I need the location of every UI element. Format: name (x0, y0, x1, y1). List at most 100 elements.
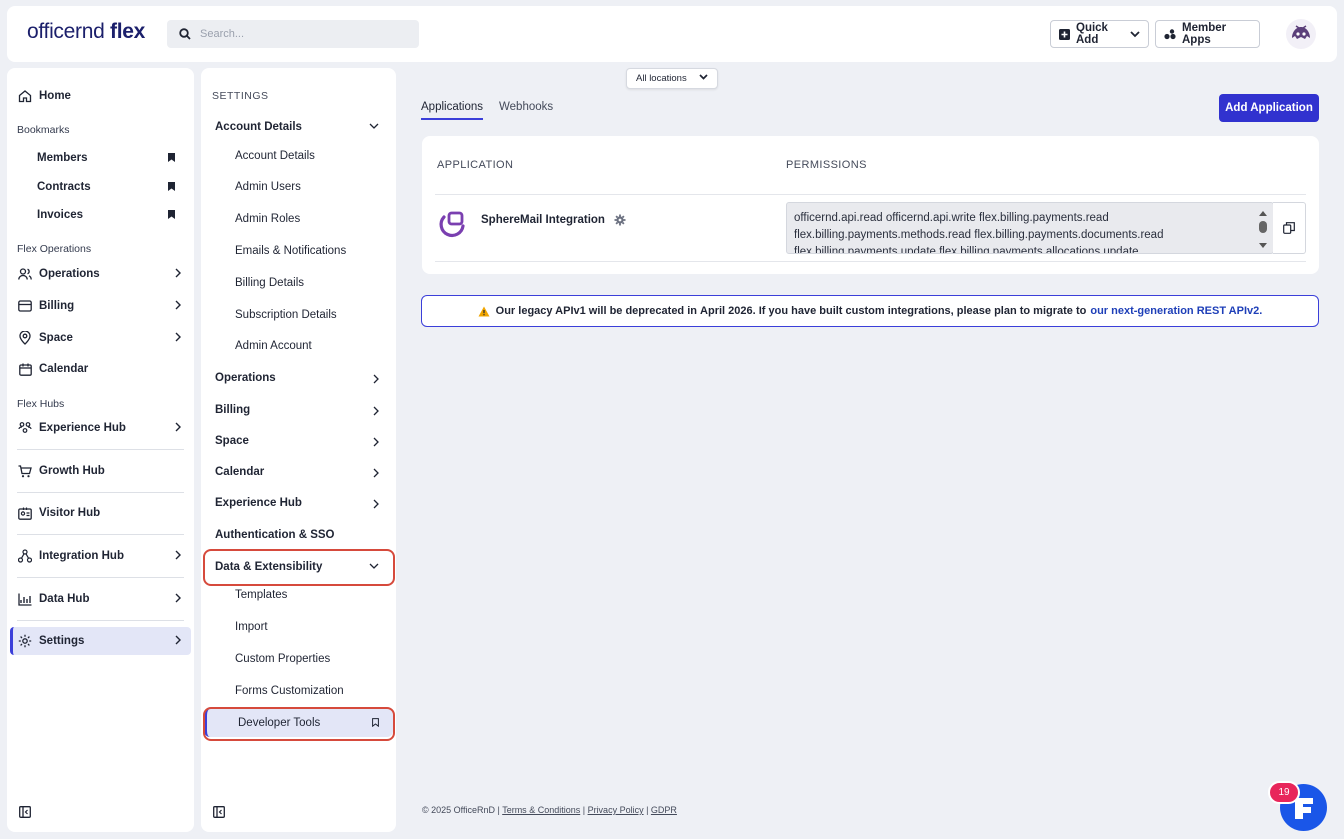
settings-emails-notifications[interactable]: Emails & Notifications (235, 239, 385, 263)
section-label: Billing (215, 404, 251, 416)
shopping-cart-icon (18, 464, 32, 478)
add-application-button[interactable]: Add Application (1219, 94, 1319, 122)
applications-table: APPLICATION PERMISSIONS SphereMail Integ… (422, 136, 1319, 274)
banner-date: April 2026. (700, 305, 756, 317)
community-icon (18, 421, 32, 435)
nav-growth-hub[interactable]: Growth Hub (10, 457, 191, 485)
section-label: Authentication & SSO (215, 529, 335, 541)
apiv2-link[interactable]: our next-generation REST APIv2. (1090, 305, 1262, 317)
settings-account-details-section[interactable]: Account Details (215, 115, 387, 139)
search-box[interactable] (167, 20, 419, 48)
nav-operations-label: Operations (39, 268, 100, 280)
chevron-down-icon (369, 563, 379, 569)
search-input[interactable] (200, 28, 400, 40)
section-label: Experience Hub (215, 497, 302, 509)
settings-templates[interactable]: Templates (235, 583, 385, 607)
application-name: SphereMail Integration (481, 214, 605, 226)
column-header-application: APPLICATION (437, 159, 514, 171)
nav-calendar[interactable]: Calendar (10, 355, 191, 383)
section-label: Data & Extensibility (215, 561, 323, 573)
settings-experience-hub[interactable]: Experience Hub (215, 491, 387, 515)
bookmark-icon[interactable] (168, 210, 175, 219)
settings-billing[interactable]: Billing (215, 398, 387, 422)
collapse-panel-icon[interactable] (213, 806, 225, 818)
settings-import[interactable]: Import (235, 615, 385, 639)
chevron-right-icon (175, 300, 181, 310)
scrollbar[interactable] (1256, 206, 1270, 252)
quick-add-button[interactable]: Quick Add (1050, 20, 1149, 48)
settings-custom-properties[interactable]: Custom Properties (235, 647, 385, 671)
settings-operations[interactable]: Operations (215, 366, 387, 390)
settings-forms-customization[interactable]: Forms Customization (235, 679, 385, 703)
settings-account-details[interactable]: Account Details (235, 144, 385, 168)
nav-home[interactable]: Home (10, 82, 191, 110)
gdpr-link[interactable]: GDPR (651, 805, 677, 815)
chevron-right-icon (175, 268, 181, 278)
officernd-logo[interactable]: officernd flex (27, 20, 145, 44)
settings-authentication-sso[interactable]: Authentication & SSO (215, 523, 387, 547)
nav-space[interactable]: Space (10, 324, 191, 352)
nav-calendar-label: Calendar (39, 363, 89, 375)
banner-text-1: Our legacy APIv1 will be deprecated in (495, 305, 701, 317)
highlight-box (203, 707, 395, 741)
quick-add-label: Quick Add (1076, 22, 1108, 46)
nav-operations[interactable]: Operations (10, 260, 191, 288)
bookmark-members[interactable]: Members (37, 146, 187, 170)
location-filter-dropdown[interactable]: All locations (626, 68, 718, 89)
bookmark-icon[interactable] (168, 182, 175, 191)
section-label: Account Details (215, 121, 302, 133)
chevron-right-icon (373, 468, 379, 478)
nav-visitor-hub-label: Visitor Hub (39, 507, 101, 519)
nav-experience-hub[interactable]: Experience Hub (10, 414, 191, 442)
footer-sep: | (643, 805, 651, 815)
divider (17, 492, 184, 493)
member-apps-button[interactable]: Member Apps (1155, 20, 1260, 48)
nav-data-hub[interactable]: Data Hub (10, 585, 191, 613)
tab-applications[interactable]: Applications (421, 101, 484, 120)
plus-square-icon (1059, 28, 1070, 40)
footer-sep: | (580, 805, 588, 815)
flex-operations-group-label: Flex Operations (17, 243, 92, 255)
copy-icon (1283, 222, 1295, 234)
credit-card-icon (18, 299, 32, 313)
settings-data-extensibility-section[interactable]: Data & Extensibility (215, 555, 387, 579)
divider (17, 577, 184, 578)
nav-billing[interactable]: Billing (10, 292, 191, 320)
collapse-sidebar-icon[interactable] (19, 806, 31, 818)
settings-admin-account[interactable]: Admin Account (235, 334, 385, 358)
tab-webhooks[interactable]: Webhooks (499, 101, 553, 120)
location-filter-label: All locations (636, 73, 687, 84)
flex-hubs-group-label: Flex Hubs (17, 398, 65, 410)
footer-copyright: © 2025 OfficeRnD | (422, 805, 503, 815)
permissions-textarea[interactable]: officernd.api.read officernd.api.write f… (786, 202, 1274, 254)
chevron-right-icon (373, 437, 379, 447)
settings-space[interactable]: Space (215, 429, 387, 453)
bookmark-invoices[interactable]: Invoices (37, 203, 187, 227)
bookmark-icon[interactable] (168, 153, 175, 162)
settings-subscription-details[interactable]: Subscription Details (235, 303, 385, 327)
chart-icon (18, 592, 32, 606)
terms-link[interactable]: Terms & Conditions (502, 805, 580, 815)
settings-calendar[interactable]: Calendar (215, 460, 387, 484)
bookmark-contracts[interactable]: Contracts (37, 175, 187, 199)
bookmarks-group-label: Bookmarks (17, 124, 70, 136)
settings-admin-roles[interactable]: Admin Roles (235, 207, 385, 231)
section-label: Calendar (215, 466, 265, 478)
nav-billing-label: Billing (39, 300, 75, 312)
gear-icon[interactable] (614, 214, 626, 226)
privacy-link[interactable]: Privacy Policy (588, 805, 644, 815)
nav-experience-hub-label: Experience Hub (39, 422, 126, 434)
nav-integration-hub[interactable]: Integration Hub (10, 542, 191, 570)
divider (17, 534, 184, 535)
divider (17, 620, 184, 621)
chevron-right-icon (373, 406, 379, 416)
settings-billing-details[interactable]: Billing Details (235, 271, 385, 295)
nav-visitor-hub[interactable]: Visitor Hub (10, 499, 191, 527)
users-icon (18, 267, 32, 281)
user-avatar[interactable] (1285, 18, 1317, 50)
nav-space-label: Space (39, 332, 73, 344)
copy-button[interactable] (1273, 202, 1306, 254)
footer: © 2025 OfficeRnD | Terms & Conditions | … (422, 805, 677, 815)
nav-settings[interactable]: Settings (10, 627, 191, 655)
settings-admin-users[interactable]: Admin Users (235, 175, 385, 199)
